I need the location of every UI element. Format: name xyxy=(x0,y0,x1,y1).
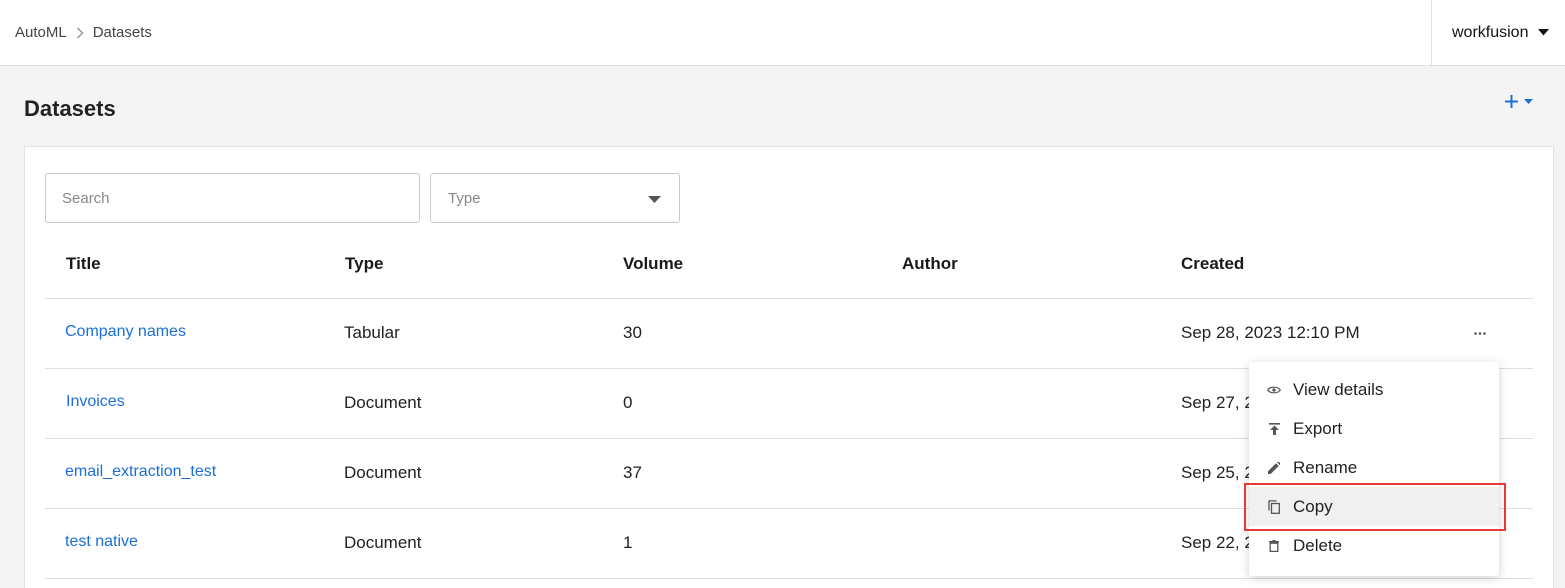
top-bar: AutoML Datasets workfusion xyxy=(0,0,1565,66)
dataset-title-link[interactable]: Invoices xyxy=(66,393,125,411)
dataset-volume: 1 xyxy=(623,533,633,552)
table-row: Company names Tabular 30 Sep 28, 2023 12… xyxy=(45,299,1533,369)
menu-item-copy[interactable]: Copy xyxy=(1249,487,1499,526)
upload-icon xyxy=(1267,422,1281,436)
add-dataset-button[interactable] xyxy=(1505,95,1533,108)
breadcrumb-current: Datasets xyxy=(92,24,152,41)
caret-down-icon xyxy=(1538,29,1550,36)
breadcrumb: AutoML Datasets xyxy=(15,24,152,41)
breadcrumb-automl-link[interactable]: AutoML xyxy=(15,24,67,41)
eye-icon xyxy=(1267,383,1281,397)
column-header-title[interactable]: Title xyxy=(66,254,101,274)
user-name: workfusion xyxy=(1452,23,1529,41)
dataset-title-link[interactable]: test native xyxy=(65,533,138,551)
caret-down-icon xyxy=(1524,98,1533,105)
trash-icon xyxy=(1267,539,1281,553)
dataset-title-link[interactable]: Company names xyxy=(65,323,186,341)
dataset-type: Tabular xyxy=(344,323,400,342)
dataset-type: Document xyxy=(344,393,422,412)
row-divider xyxy=(45,578,1533,579)
menu-item-label: Rename xyxy=(1293,457,1358,477)
pencil-icon xyxy=(1267,461,1281,475)
dataset-type: Document xyxy=(344,463,422,482)
dataset-title-link[interactable]: email_extraction_test xyxy=(65,463,216,481)
more-horizontal-icon xyxy=(1474,331,1486,335)
column-header-volume[interactable]: Volume xyxy=(623,254,683,274)
column-header-type[interactable]: Type xyxy=(345,254,383,274)
row-actions-button[interactable] xyxy=(1469,322,1491,344)
search-input[interactable] xyxy=(45,173,420,223)
menu-item-delete[interactable]: Delete xyxy=(1249,526,1499,565)
type-filter-select[interactable]: Type xyxy=(430,173,680,223)
caret-down-icon xyxy=(648,196,661,203)
page-title: Datasets xyxy=(24,96,116,121)
dataset-volume: 0 xyxy=(623,393,633,412)
user-menu-button[interactable]: workfusion xyxy=(1431,0,1565,65)
menu-item-label: Copy xyxy=(1293,496,1333,516)
column-header-author[interactable]: Author xyxy=(902,254,958,274)
copy-icon xyxy=(1267,499,1281,514)
menu-item-view-details[interactable]: View details xyxy=(1249,370,1499,409)
menu-item-export[interactable]: Export xyxy=(1249,409,1499,448)
column-header-created[interactable]: Created xyxy=(1181,254,1244,274)
dataset-type: Document xyxy=(344,533,422,552)
type-filter-placeholder: Type xyxy=(448,189,481,207)
dataset-volume: 37 xyxy=(623,463,642,482)
chevron-right-icon xyxy=(76,26,84,39)
menu-item-label: Export xyxy=(1293,418,1343,438)
dataset-volume: 30 xyxy=(623,323,642,342)
menu-item-label: Delete xyxy=(1293,535,1343,555)
dataset-created: Sep 28, 2023 12:10 PM xyxy=(1181,323,1360,342)
plus-icon xyxy=(1505,95,1518,108)
row-actions-menu: View details Export Rename Copy Delete xyxy=(1249,362,1499,576)
menu-item-label: View details xyxy=(1293,379,1384,399)
menu-item-rename[interactable]: Rename xyxy=(1249,448,1499,487)
